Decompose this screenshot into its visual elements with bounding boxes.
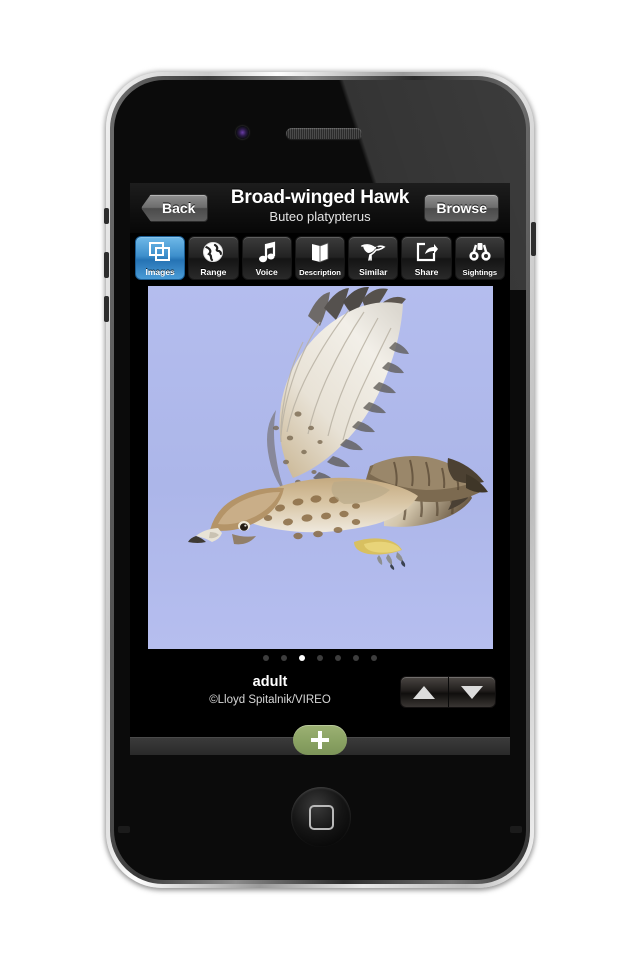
- navigation-bar: Back Broad-winged Hawk Buteo platypterus…: [130, 183, 510, 234]
- page-dot-2[interactable]: [281, 654, 287, 661]
- bird-photo-artwork: [147, 286, 493, 649]
- page-dot-4[interactable]: [317, 654, 323, 661]
- home-button[interactable]: [291, 787, 351, 847]
- triangle-down-icon: [460, 685, 483, 699]
- silent-switch[interactable]: [104, 208, 109, 224]
- browse-button[interactable]: Browse: [424, 194, 499, 222]
- section-toolbar: Images Range Voice Description Similar S…: [130, 234, 510, 282]
- book-icon: [296, 240, 344, 264]
- front-camera-icon: [236, 126, 249, 139]
- caption-area: adult ©Lloyd Spitalnik/VIREO: [130, 666, 510, 728]
- page-dot-6[interactable]: [353, 654, 359, 661]
- tab-voice-label: Voice: [255, 267, 278, 277]
- tab-similar-label: Similar: [359, 267, 388, 277]
- tab-share[interactable]: Share: [401, 236, 452, 280]
- share-icon: [402, 240, 450, 264]
- tab-range[interactable]: Range: [188, 236, 239, 280]
- tab-images[interactable]: Images: [135, 236, 186, 280]
- bird-icon: [349, 240, 397, 264]
- bird-photo[interactable]: [147, 286, 493, 649]
- image-credit: ©Lloyd Spitalnik/VIREO: [209, 694, 331, 706]
- tab-similar[interactable]: Similar: [348, 236, 399, 280]
- add-button[interactable]: [293, 725, 347, 755]
- binoculars-icon: [456, 240, 504, 264]
- tab-description-label: Description: [299, 268, 341, 277]
- globe-icon: [189, 240, 237, 264]
- browse-button-label: Browse: [436, 200, 487, 216]
- sim-tray: [531, 222, 536, 256]
- app-screen: Back Broad-winged Hawk Buteo platypterus…: [130, 183, 510, 755]
- image-caption: adult: [252, 674, 288, 690]
- page-dot-5[interactable]: [335, 654, 341, 661]
- plus-icon: [311, 731, 329, 749]
- previous-image-button[interactable]: [401, 677, 449, 707]
- next-image-button[interactable]: [449, 677, 496, 707]
- tab-range-label: Range: [200, 267, 227, 277]
- tab-voice[interactable]: Voice: [241, 236, 292, 280]
- earpiece-speaker-icon: [286, 128, 362, 139]
- triangle-up-icon: [413, 685, 436, 699]
- tab-sightings[interactable]: Sightings: [454, 236, 505, 280]
- tab-description[interactable]: Description: [294, 236, 346, 280]
- music-note-icon: [243, 240, 291, 264]
- page-dot-7[interactable]: [371, 654, 377, 661]
- volume-down-button[interactable]: [104, 296, 109, 322]
- tab-share-label: Share: [414, 267, 439, 277]
- images-icon: [136, 240, 184, 264]
- image-viewer[interactable]: [147, 286, 493, 649]
- screenshot-root: Back Broad-winged Hawk Buteo platypterus…: [0, 0, 640, 960]
- image-stepper[interactable]: [400, 676, 496, 708]
- tab-sightings-label: Sightings: [462, 268, 498, 277]
- volume-up-button[interactable]: [104, 252, 109, 278]
- page-dot-3[interactable]: [299, 654, 305, 661]
- page-dots[interactable]: [130, 649, 510, 666]
- tab-images-label: Images: [145, 267, 175, 277]
- page-dot-1[interactable]: [263, 654, 269, 661]
- antenna-break-right: [510, 826, 522, 833]
- home-button-icon: [308, 804, 334, 830]
- antenna-break-left: [118, 826, 130, 833]
